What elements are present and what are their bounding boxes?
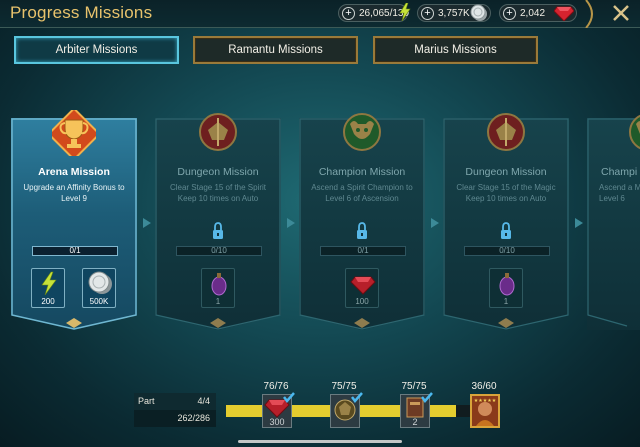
reward-slot[interactable]: 200 (31, 268, 65, 308)
lock-icon (357, 222, 367, 239)
champion-crest-icon (629, 114, 640, 150)
mission-description: Clear Stage 15 of the Spirit Keep 10 tim… (169, 183, 267, 203)
reward-amount: 1 (215, 297, 221, 306)
silver-counter[interactable]: + 3,757K (417, 4, 491, 22)
mission-title: Champion Mission (318, 166, 406, 178)
tab-label: Marius Missions (414, 44, 497, 56)
mission-description: Upgrade an Affinity Bonus to Level 9 (23, 183, 125, 203)
ruby-gem-icon (350, 276, 376, 295)
stage-reward[interactable] (330, 392, 363, 428)
reward-amount: 1 (503, 297, 509, 306)
check-icon (421, 392, 433, 403)
silver-coin-icon (88, 271, 112, 294)
dungeon-crest-icon (199, 113, 237, 151)
tab-label: Ramantu Missions (228, 44, 323, 56)
top-bar: Progress Missions + 26,065/130 + 3,757K … (0, 0, 640, 28)
ruby-gem-icon (554, 6, 574, 21)
add-silver-button[interactable]: + (421, 6, 434, 20)
champion-crest-icon (343, 113, 381, 151)
stage-reward[interactable]: 2 (400, 392, 433, 428)
silver-value: 3,757K (438, 7, 470, 19)
add-energy-button[interactable]: + (342, 6, 355, 20)
purple-potion-icon (499, 273, 515, 296)
reward-amount: 100 (355, 297, 369, 306)
trophy-icon (52, 110, 96, 156)
reward-slot[interactable]: 1 (489, 268, 523, 308)
points-row: 262/286 (134, 410, 216, 427)
stage-reward[interactable]: 300 (262, 392, 295, 428)
reward-slot[interactable]: 1 (201, 268, 235, 308)
reward-slot[interactable]: 100 (345, 268, 379, 308)
page-title: Progress Missions (10, 3, 153, 22)
part-value: 4/4 (197, 396, 210, 406)
points-value: 262/286 (177, 413, 210, 423)
part-label: Part (138, 396, 155, 406)
mission-progress: 0/10 (464, 246, 550, 256)
energy-bolt-icon (399, 3, 411, 21)
next-arrow-icon (575, 218, 583, 228)
ruby-value: 2,042 (520, 7, 546, 19)
next-arrow-icon (287, 218, 295, 228)
reward-amount: 500K (89, 297, 109, 306)
silver-coin-icon (470, 4, 487, 21)
tab-ramantu-missions[interactable]: Ramantu Missions (193, 36, 358, 64)
mission-description: Clear Stage 15 of the Magic Keep 10 time… (456, 183, 556, 203)
energy-bolt-icon (41, 271, 57, 296)
stage-count: 36/60 (471, 381, 497, 392)
tab-marius-missions[interactable]: Marius Missions (373, 36, 538, 64)
header-ornament (585, 0, 593, 28)
ruby-counter[interactable]: + 2,042 (499, 4, 577, 22)
mission-title: Dungeon Mission (465, 166, 547, 178)
lock-icon (213, 222, 223, 239)
mission-progress: 0/1 (320, 246, 406, 256)
mission-progress: 0/1 (32, 246, 118, 256)
tab-arbiter-missions[interactable]: Arbiter Missions (14, 36, 179, 64)
stage-amount: 2 (412, 417, 418, 427)
add-ruby-button[interactable]: + (503, 6, 516, 20)
dungeon-crest-icon (487, 113, 525, 151)
check-icon (351, 392, 363, 403)
energy-counter[interactable]: + 26,065/130 (338, 3, 411, 22)
mission-title: Dungeon Mission (177, 166, 259, 178)
stage-reward-final[interactable]: ★★★★★ (470, 394, 500, 428)
mission-title: Arena Mission (38, 166, 110, 178)
tab-label: Arbiter Missions (55, 44, 138, 56)
part-row: Part 4/4 (134, 393, 216, 410)
mission-progress: 0/10 (176, 246, 262, 256)
part-info: Part 4/4 262/286 (134, 393, 216, 427)
reward-amount: 200 (41, 297, 55, 306)
scrollbar[interactable] (238, 440, 402, 443)
purple-potion-icon (211, 273, 227, 296)
lock-icon (501, 222, 511, 239)
close-icon[interactable] (604, 0, 640, 28)
next-arrow-icon (143, 218, 151, 228)
reward-slot[interactable]: 500K (82, 268, 116, 308)
check-icon (283, 392, 295, 403)
svg-text:★★★★★: ★★★★★ (474, 398, 497, 404)
next-arrow-icon (431, 218, 439, 228)
champion-portrait-icon: ★★★★★ (472, 396, 498, 426)
progress-track-remaining (456, 405, 470, 417)
mission-description: Ascend a Spirit Champion to Level 6 of A… (311, 183, 413, 203)
stage-amount: 300 (269, 417, 285, 427)
